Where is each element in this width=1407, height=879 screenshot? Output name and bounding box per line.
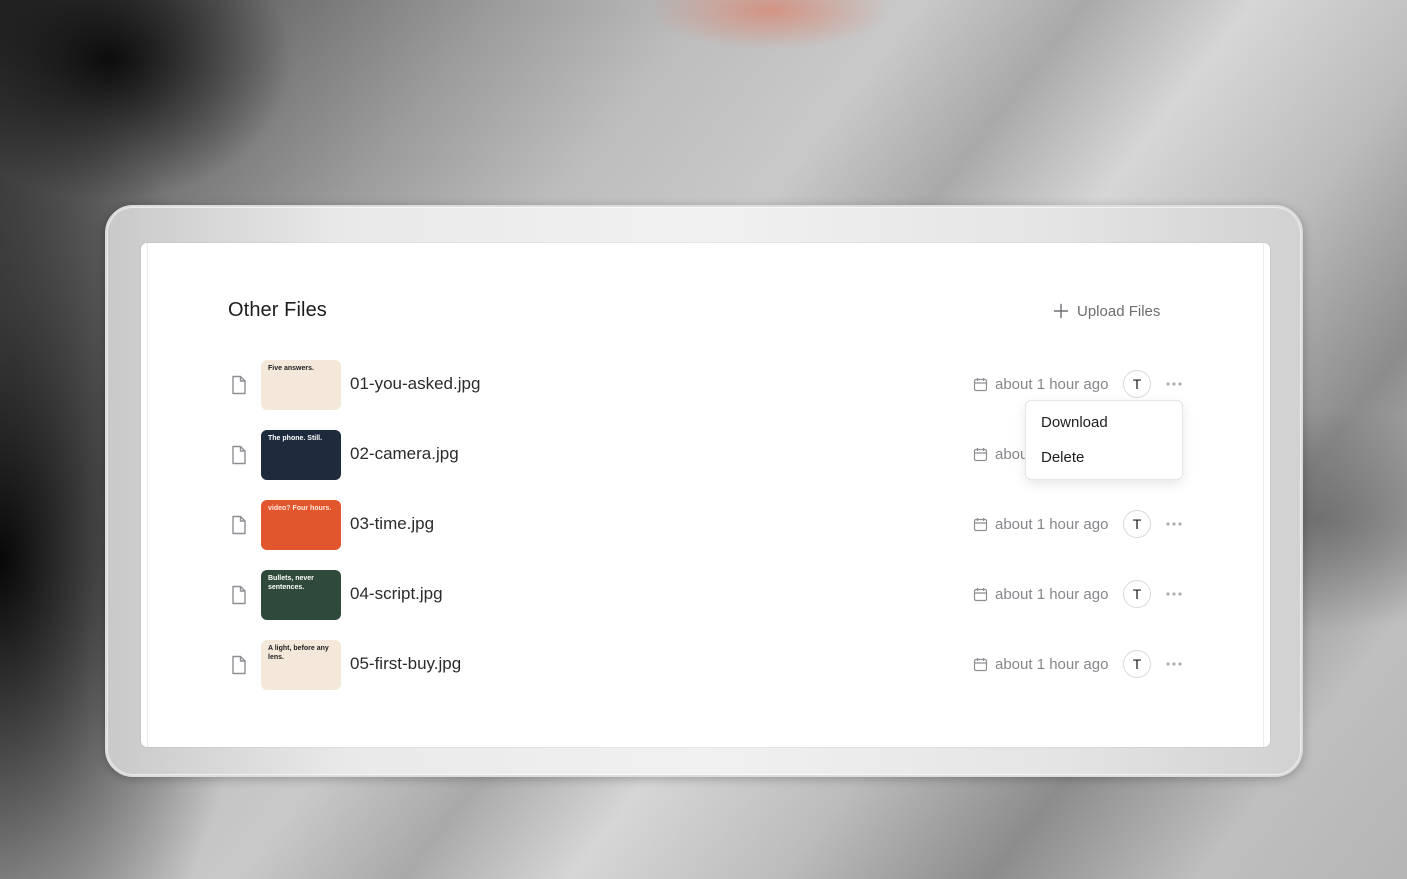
file-name[interactable]: 02-camera.jpg: [350, 444, 459, 464]
file-date-text: about 1 hour ago: [995, 656, 1109, 673]
more-horizontal-icon: [1166, 522, 1182, 526]
thumbnail-text: Bullets, never sentences.: [268, 575, 314, 591]
file-name[interactable]: 01-you-asked.jpg: [350, 374, 480, 394]
file-row[interactable]: video? Four hours. 03-time.jpg about 1 h…: [229, 500, 1189, 550]
calendar-icon: [973, 588, 988, 602]
avatar[interactable]: T: [1123, 580, 1151, 608]
file-date-text: about 1 hour ago: [995, 586, 1109, 603]
file-icon: [232, 515, 246, 535]
file-thumbnail[interactable]: Bullets, never sentences.: [261, 570, 341, 620]
file-thumbnail[interactable]: Five answers.: [261, 360, 341, 410]
file-icon: [232, 655, 246, 675]
calendar-icon: [973, 378, 988, 392]
panel-edge-left: [147, 243, 148, 747]
file-name[interactable]: 05-first-buy.jpg: [350, 654, 461, 674]
more-options-button[interactable]: [1163, 654, 1185, 674]
panel-edge-right: [1263, 243, 1264, 747]
section-title: Other Files: [228, 299, 327, 321]
more-options-button[interactable]: [1163, 514, 1185, 534]
menu-item-download[interactable]: Download: [1041, 414, 1108, 431]
calendar-icon: [973, 658, 988, 672]
plus-icon: [1053, 303, 1069, 319]
more-horizontal-icon: [1166, 382, 1182, 386]
file-thumbnail[interactable]: The phone. Still.: [261, 430, 341, 480]
file-date: about 1 hour ago: [973, 516, 1108, 533]
file-thumbnail[interactable]: video? Four hours.: [261, 500, 341, 550]
calendar-icon: [973, 448, 988, 462]
thumbnail-text: video? Four hours.: [268, 505, 332, 512]
avatar[interactable]: T: [1123, 510, 1151, 538]
thumbnail-text: A light, before any lens.: [268, 645, 329, 661]
more-horizontal-icon: [1166, 592, 1182, 596]
context-menu: Download Delete: [1025, 400, 1183, 480]
file-name[interactable]: 04-script.jpg: [350, 584, 443, 604]
thumbnail-text: Five answers.: [268, 365, 314, 372]
file-row[interactable]: Bullets, never sentences. 04-script.jpg …: [229, 570, 1189, 620]
avatar[interactable]: T: [1123, 370, 1151, 398]
more-horizontal-icon: [1166, 662, 1182, 666]
file-row[interactable]: A light, before any lens. 05-first-buy.j…: [229, 640, 1189, 690]
thumbnail-text: The phone. Still.: [268, 435, 323, 442]
file-date: about 1 hour ago: [973, 376, 1108, 393]
more-options-button[interactable]: [1163, 584, 1185, 604]
calendar-icon: [973, 518, 988, 532]
file-thumbnail[interactable]: A light, before any lens.: [261, 640, 341, 690]
file-date: about 1 hour ago: [973, 656, 1108, 673]
more-options-button[interactable]: [1163, 374, 1185, 394]
file-date: about 1 hour ago: [973, 586, 1108, 603]
file-date-text: about 1 hour ago: [995, 516, 1109, 533]
upload-files-label: Upload Files: [1077, 302, 1161, 320]
files-panel: Other Files Upload Files Five answers. 0…: [141, 243, 1270, 747]
avatar[interactable]: T: [1123, 650, 1151, 678]
menu-item-delete[interactable]: Delete: [1041, 449, 1084, 466]
file-icon: [232, 375, 246, 395]
file-icon: [232, 585, 246, 605]
file-date-text: about 1 hour ago: [995, 376, 1109, 393]
file-icon: [232, 445, 246, 465]
upload-files-button[interactable]: Upload Files: [1053, 299, 1160, 323]
file-name[interactable]: 03-time.jpg: [350, 514, 434, 534]
